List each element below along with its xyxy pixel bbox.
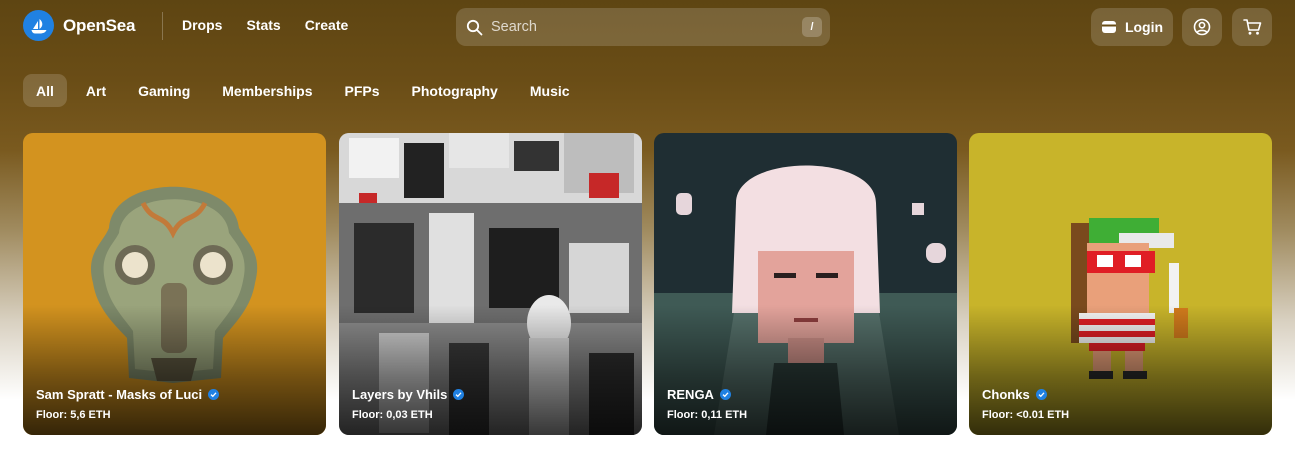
search-shortcut-hint: /	[802, 17, 822, 37]
collection-name-text: Layers by Vhils	[352, 387, 448, 402]
collection-name: Chonks	[982, 387, 1047, 402]
tab-art[interactable]: Art	[73, 74, 119, 107]
main-nav: Drops Stats Create	[182, 17, 372, 33]
tab-gaming[interactable]: Gaming	[125, 74, 203, 107]
floor-price: Floor: 5,6 ETH	[36, 409, 111, 421]
verified-badge-icon	[208, 389, 220, 400]
nav-drops[interactable]: Drops	[182, 17, 222, 33]
tab-music[interactable]: Music	[517, 74, 583, 107]
tab-all[interactable]: All	[23, 74, 67, 107]
collection-name: Sam Spratt - Masks of Luci	[36, 387, 220, 402]
collection-name-text: Chonks	[982, 387, 1030, 402]
tab-pfps[interactable]: PFPs	[332, 74, 393, 107]
login-button[interactable]: Login	[1091, 8, 1173, 46]
collection-card[interactable]: RENGA Floor: 0,11 ETH	[654, 133, 957, 435]
search-bar[interactable]: /	[456, 8, 830, 46]
search-icon	[466, 19, 483, 35]
collection-card[interactable]: Chonks Floor: <0.01 ETH	[969, 133, 1272, 435]
brand-logo[interactable]: OpenSea	[23, 10, 135, 41]
floor-price: Floor: <0.01 ETH	[982, 409, 1070, 421]
search-input[interactable]	[491, 19, 791, 35]
collection-card[interactable]: Sam Spratt - Masks of Luci Floor: 5,6 ET…	[23, 133, 326, 435]
nav-divider	[162, 12, 163, 40]
profile-icon	[1193, 18, 1211, 36]
nav-stats[interactable]: Stats	[246, 17, 280, 33]
opensea-logo-icon	[23, 10, 54, 41]
profile-button[interactable]	[1182, 8, 1222, 46]
verified-badge-icon	[719, 389, 731, 400]
category-tabs: All Art Gaming Memberships PFPs Photogra…	[23, 74, 589, 107]
verified-badge-icon	[1035, 389, 1047, 400]
verified-badge-icon	[453, 389, 465, 400]
collection-name: RENGA	[667, 387, 731, 402]
floor-price: Floor: 0,11 ETH	[667, 409, 748, 421]
collection-name: Layers by Vhils	[352, 387, 465, 402]
collection-name-text: Sam Spratt - Masks of Luci	[36, 387, 203, 402]
login-label: Login	[1124, 19, 1164, 35]
wallet-icon	[1101, 21, 1116, 33]
brand-name: OpenSea	[63, 15, 136, 35]
cart-icon	[1242, 19, 1261, 35]
tab-photography[interactable]: Photography	[399, 74, 511, 107]
collection-card[interactable]: Layers by Vhils Floor: 0,03 ETH	[339, 133, 642, 435]
floor-price: Floor: 0,03 ETH	[352, 409, 433, 421]
cart-button[interactable]	[1232, 8, 1272, 46]
top-nav-bar: OpenSea Drops Stats Create / Login	[0, 0, 1295, 52]
nav-create[interactable]: Create	[305, 17, 349, 33]
tab-memberships[interactable]: Memberships	[209, 74, 325, 107]
collection-name-text: RENGA	[667, 387, 714, 402]
